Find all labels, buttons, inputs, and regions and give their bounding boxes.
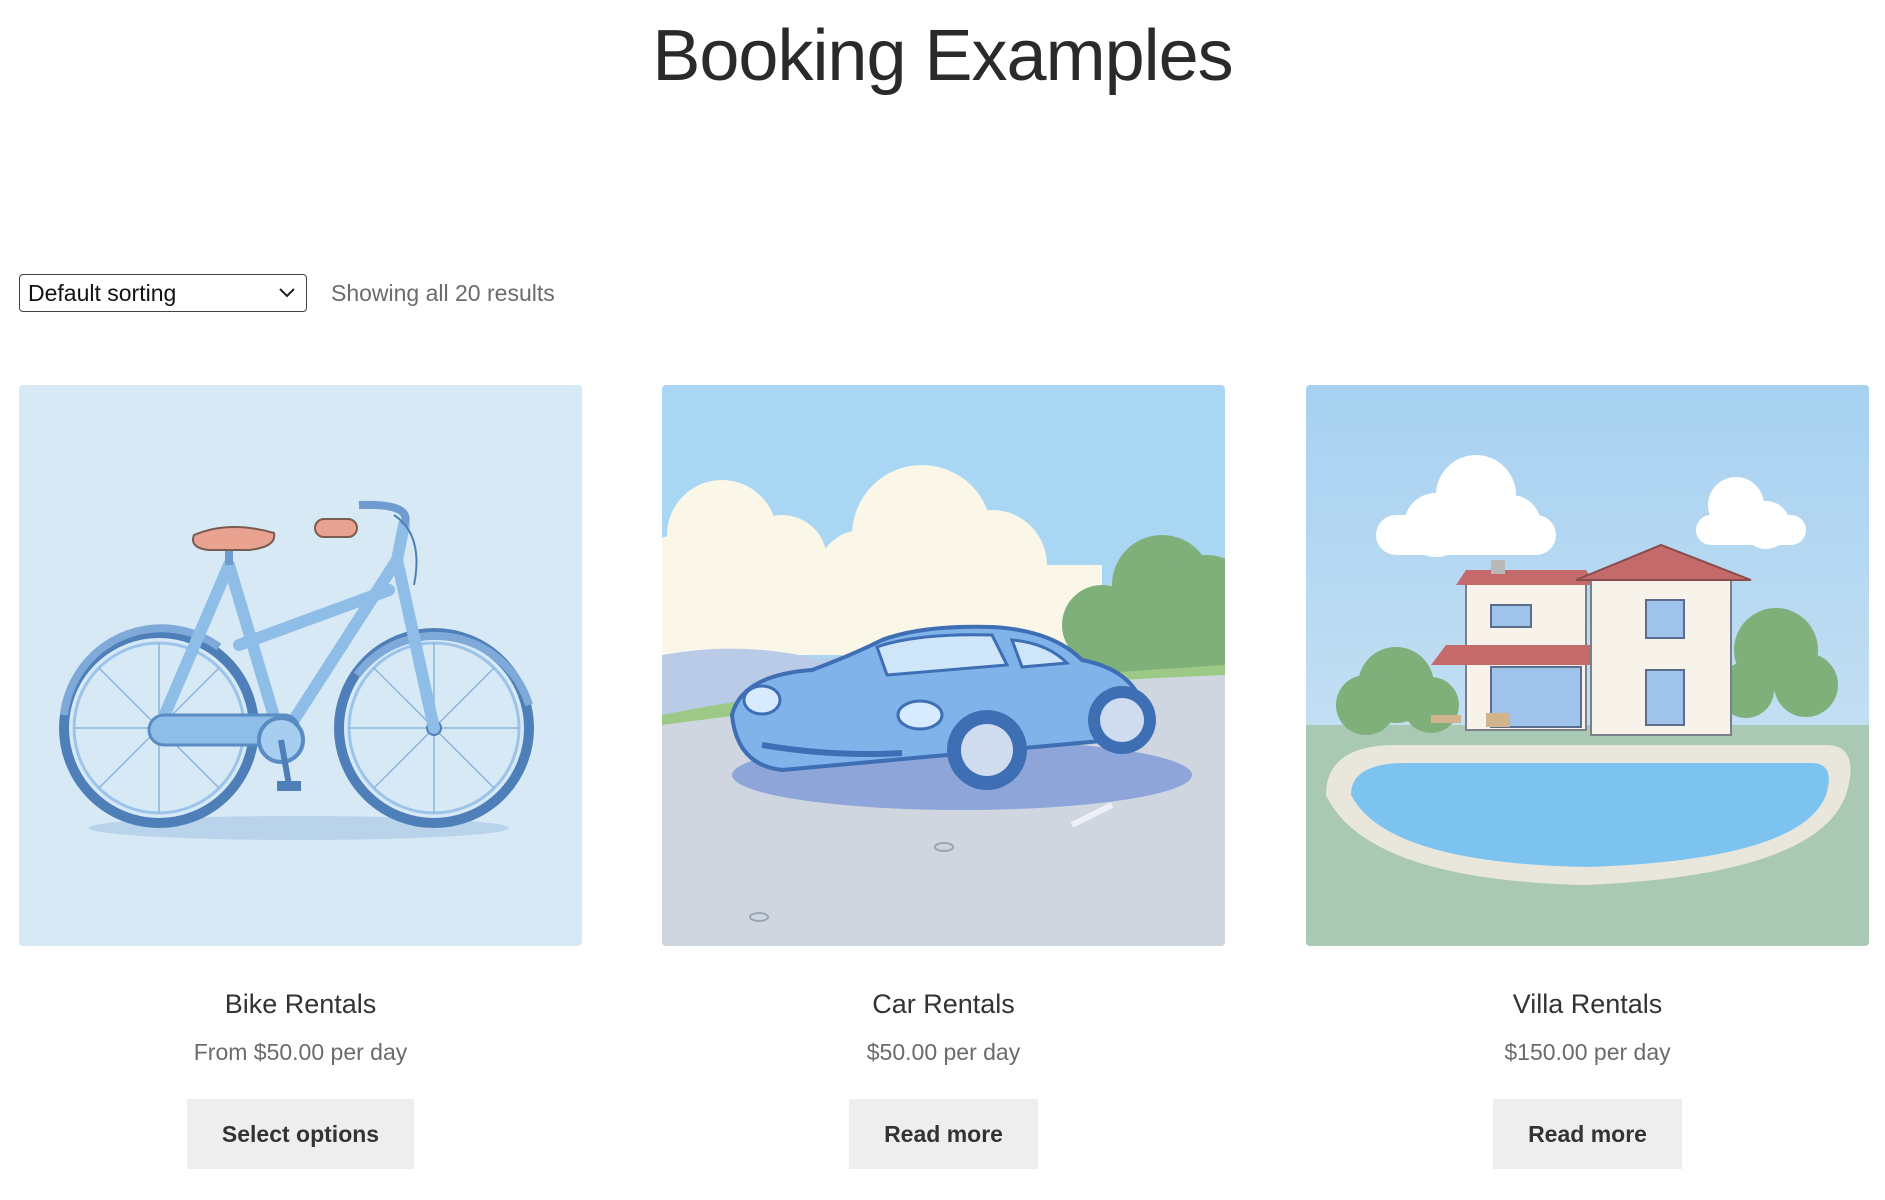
product-card: Bike Rentals From $50.00 per day Select … [19, 385, 582, 1169]
read-more-button[interactable]: Read more [849, 1099, 1038, 1169]
sorting-select[interactable]: Default sorting [19, 274, 307, 312]
product-image-link[interactable] [19, 385, 582, 946]
sports-car-illustration [662, 385, 1225, 946]
product-image-link[interactable] [662, 385, 1225, 946]
villa-with-pool-illustration [1306, 385, 1869, 946]
product-title[interactable]: Villa Rentals [1306, 988, 1869, 1020]
product-image-link[interactable] [1306, 385, 1869, 946]
product-price: $150.00 per day [1504, 1039, 1671, 1065]
read-more-button[interactable]: Read more [1493, 1099, 1682, 1169]
page-title: Booking Examples [652, 16, 1233, 96]
product-price: $50.00 per day [866, 1039, 1021, 1065]
product-card: Villa Rentals $150.00 per day Read more [1306, 385, 1869, 1169]
chevron-down-icon [278, 284, 296, 302]
product-card: Car Rentals $50.00 per day Read more [662, 385, 1225, 1169]
shop-toolbar: Default sorting Showing all 20 results [19, 274, 555, 312]
bicycle-illustration [19, 385, 582, 946]
select-options-button[interactable]: Select options [186, 1099, 415, 1169]
product-price: From $50.00 per day [193, 1039, 408, 1065]
product-title[interactable]: Bike Rentals [19, 988, 582, 1020]
product-title[interactable]: Car Rentals [662, 988, 1225, 1020]
result-count: Showing all 20 results [331, 279, 555, 306]
page: Booking Examples Default sorting Showing… [0, 0, 1885, 1200]
sorting-select-value: Default sorting [28, 279, 177, 306]
product-grid: Bike Rentals From $50.00 per day Select … [19, 385, 1869, 1185]
